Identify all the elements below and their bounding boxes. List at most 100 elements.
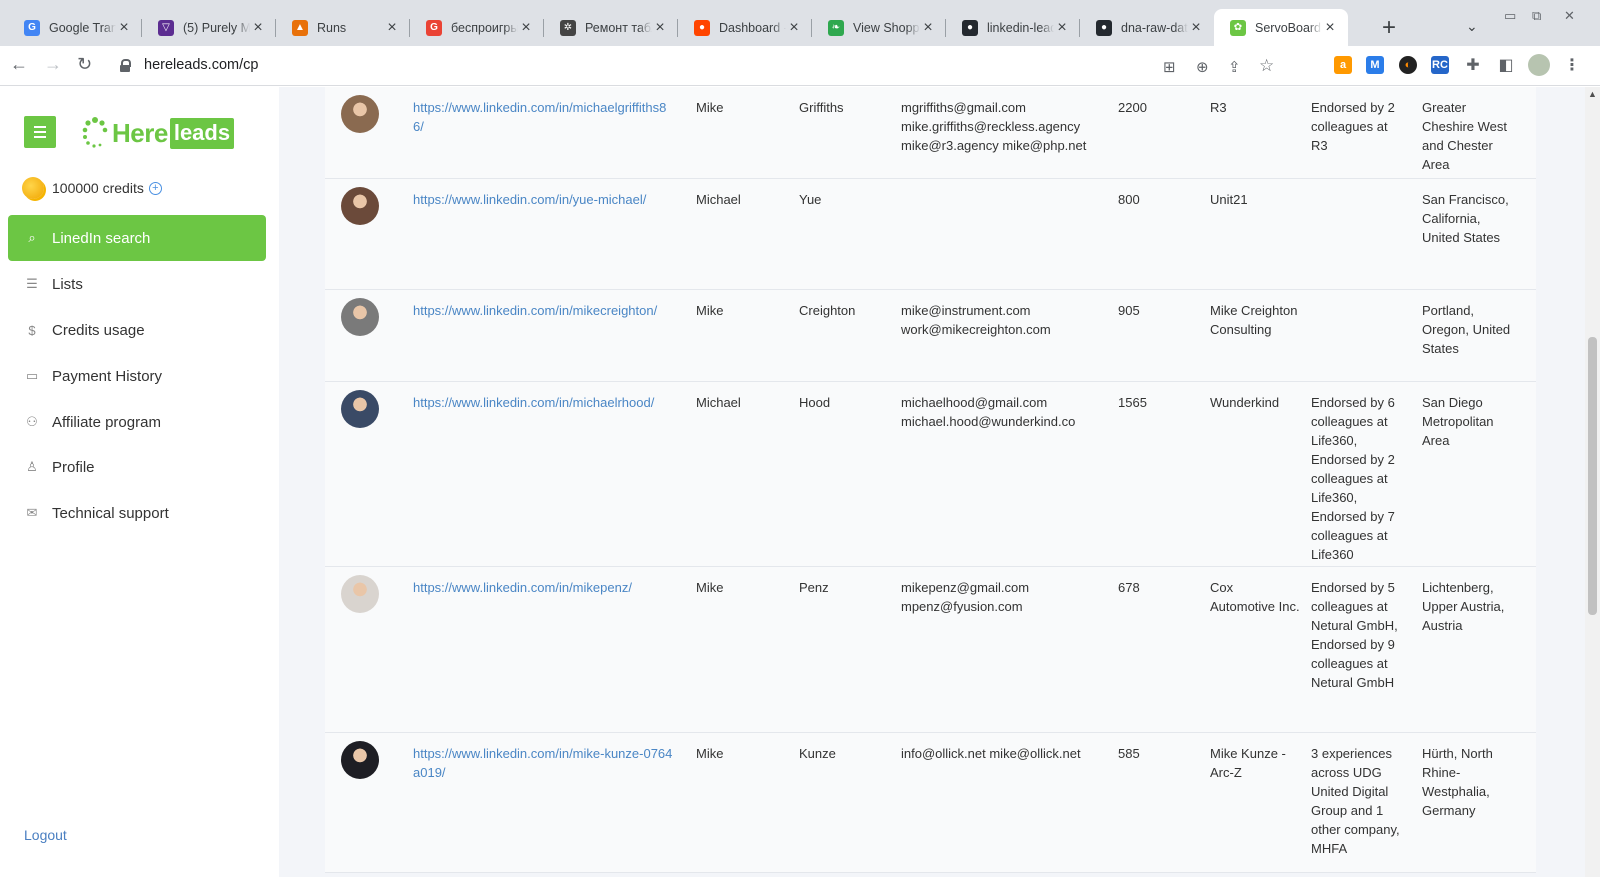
scrollbar-thumb[interactable] <box>1588 337 1597 615</box>
sidebar-item-lists[interactable]: ☰ Lists <box>8 261 266 307</box>
amazon-extension-icon[interactable]: a <box>1334 56 1352 74</box>
user-icon: ♙ <box>26 459 38 474</box>
hereleads-logo[interactable]: Here leads <box>80 113 235 153</box>
restore-icon[interactable]: ⧉ <box>1532 8 1541 24</box>
sidebar-item-credits-usage[interactable]: $ Credits usage <box>8 307 266 353</box>
avatar[interactable] <box>341 390 379 428</box>
browser-tab[interactable]: G Google Transl× <box>8 9 142 46</box>
m-extension-icon[interactable]: M <box>1366 56 1384 74</box>
tab-close-icon[interactable]: × <box>384 19 400 37</box>
linkedin-profile-link[interactable]: https://www.linkedin.com/in/michaelrhood… <box>413 393 673 412</box>
bookmark-star-icon[interactable]: ☆ <box>1259 56 1274 76</box>
sidebar-item-label: Lists <box>52 275 83 293</box>
tab-title: ServoBoard - <box>1255 20 1322 35</box>
connections-cell: 1565 <box>1118 395 1147 410</box>
linkedin-profile-link[interactable]: https://www.linkedin.com/in/yue-michael/ <box>413 190 673 209</box>
avatar[interactable] <box>341 187 379 225</box>
tab-close-icon[interactable]: × <box>1188 19 1204 37</box>
browser-tab[interactable]: ● dna-raw-data × <box>1080 9 1214 46</box>
tab-title: Dashboard - A <box>719 20 786 35</box>
avatar[interactable] <box>341 741 379 779</box>
tab-close-icon[interactable]: × <box>1054 19 1070 37</box>
lock-icon[interactable] <box>120 59 131 72</box>
logo-burst-icon <box>82 117 108 148</box>
add-credits-icon[interactable]: + <box>148 181 162 195</box>
last-name-cell: Yue <box>799 192 822 207</box>
scroll-up-arrow-icon[interactable]: ▲ <box>1588 89 1597 99</box>
sidebar: Here leads 100000 credits + ⌕ LinedIn sea… <box>0 87 278 877</box>
company-cell: Mike Creighton Consulting <box>1210 303 1298 337</box>
browser-tab[interactable]: ● linkedin-lead- × <box>946 9 1080 46</box>
side-panel-icon[interactable]: ◧ <box>1497 56 1515 74</box>
browser-tab[interactable]: ✲ Ремонт табл × <box>544 9 678 46</box>
location-cell: San Diego Metropolitan Area <box>1422 395 1494 448</box>
linkedin-profile-link[interactable]: https://www.linkedin.com/in/mikepenz/ <box>413 578 673 597</box>
reload-icon[interactable]: ↻ <box>77 54 92 75</box>
company-cell: Cox Automotive Inc. <box>1210 580 1300 614</box>
browser-menu-icon[interactable]: ⋮ <box>1563 56 1581 74</box>
results-panel: https://www.linkedin.com/in/michaelgriff… <box>279 87 1585 877</box>
tab-close-icon[interactable]: × <box>1322 19 1338 37</box>
tab-close-icon[interactable]: × <box>250 19 266 37</box>
avatar[interactable] <box>341 298 379 336</box>
linkedin-profile-link[interactable]: https://www.linkedin.com/in/michaelgriff… <box>413 98 673 136</box>
avatar[interactable] <box>341 575 379 613</box>
endorsements-cell: Endorsed by 2 colleagues at R3 <box>1311 100 1395 153</box>
sidebar-item-technical-support[interactable]: ✉ Technical support <box>8 490 266 536</box>
company-cell: R3 <box>1210 100 1227 115</box>
browser-tab[interactable]: Gбеспроигрыш× <box>410 9 544 46</box>
browser-tab[interactable]: ▽ (5) Purely Ma× <box>142 9 276 46</box>
logout-link[interactable]: Logout <box>24 827 67 843</box>
browser-tab[interactable]: ✿ ServoBoard - × <box>1214 9 1348 46</box>
connections-cell: 678 <box>1118 580 1140 595</box>
profile-avatar[interactable] <box>1528 54 1550 76</box>
location-cell: Hürth, North Rhine-Westphalia, Germany <box>1422 746 1493 818</box>
tab-favicon-icon: ● <box>962 19 978 36</box>
rc-extension-icon[interactable]: RC <box>1431 56 1449 74</box>
avatar[interactable] <box>341 95 379 133</box>
tab-favicon-icon: G <box>426 19 442 36</box>
zoom-icon[interactable]: ⊕ <box>1196 58 1209 76</box>
forward-icon[interactable]: → <box>44 54 62 75</box>
sidebar-item-label: Profile <box>52 458 95 476</box>
share-icon[interactable]: ⇪ <box>1228 58 1241 76</box>
tab-close-icon[interactable]: × <box>116 19 132 37</box>
endorsements-cell: Endorsed by 6 colleagues at Life360, End… <box>1311 395 1395 562</box>
location-cell: Lichtenberg, Upper Austria, Austria <box>1422 580 1505 633</box>
sidebar-item-affiliate-program[interactable]: ⚇ Affiliate program <box>8 399 266 445</box>
tab-close-icon[interactable]: × <box>518 19 534 37</box>
url-text[interactable]: hereleads.com/cp <box>144 57 258 73</box>
dark-extension-icon[interactable]: ◐ <box>1399 56 1417 74</box>
back-icon[interactable]: ← <box>10 54 28 75</box>
company-cell: Mike Kunze - Arc-Z <box>1210 746 1286 780</box>
close-window-icon[interactable]: ✕ <box>1564 8 1575 24</box>
minimize-icon[interactable]: ▭ <box>1504 8 1516 24</box>
new-tab-button[interactable]: + <box>1382 14 1396 42</box>
tab-search-chevron-icon[interactable]: ⌄ <box>1466 18 1478 35</box>
connections-cell: 800 <box>1118 192 1140 207</box>
email-cell: michaelhood@gmail.com michael.hood@wunde… <box>901 395 1076 429</box>
browser-tab[interactable]: ● Dashboard - A× <box>678 9 812 46</box>
tab-close-icon[interactable]: × <box>920 19 936 37</box>
browser-tab[interactable]: ▲ Runs × <box>276 9 410 46</box>
tab-close-icon[interactable]: × <box>652 19 668 37</box>
browser-tab[interactable]: ❧ View Shoppin× <box>812 9 946 46</box>
location-cell: Portland, Oregon, United States <box>1422 303 1511 356</box>
sidebar-item-label: Payment History <box>52 367 163 385</box>
extensions-puzzle-icon[interactable]: ✚ <box>1464 56 1482 74</box>
tab-close-icon[interactable]: × <box>786 19 802 37</box>
first-name-cell: Mike <box>696 303 724 318</box>
sidebar-item-label: Credits usage <box>52 321 145 339</box>
linkedin-profile-link[interactable]: https://www.linkedin.com/in/mike-kunze-0… <box>413 744 673 782</box>
address-bar[interactable]: hereleads.com/cp ⊞ ⊕ ⇪ ☆ <box>108 50 1274 82</box>
tab-favicon-icon: ✲ <box>560 19 576 36</box>
sidebar-item-linedin-search[interactable]: ⌕ LinedIn search <box>8 215 266 261</box>
credits-balance: 100000 credits + <box>22 177 162 199</box>
sidebar-item-payment-history[interactable]: ▭ Payment History <box>8 353 266 399</box>
email-cell: info@ollick.net mike@ollick.net <box>901 746 1081 761</box>
hamburger-menu-button[interactable] <box>24 116 56 148</box>
linkedin-profile-link[interactable]: https://www.linkedin.com/in/mikecreighto… <box>413 301 673 320</box>
sidebar-item-profile[interactable]: ♙ Profile <box>8 444 266 490</box>
page-scrollbar[interactable]: ▲ <box>1585 87 1600 877</box>
translate-icon[interactable]: ⊞ <box>1163 58 1176 76</box>
